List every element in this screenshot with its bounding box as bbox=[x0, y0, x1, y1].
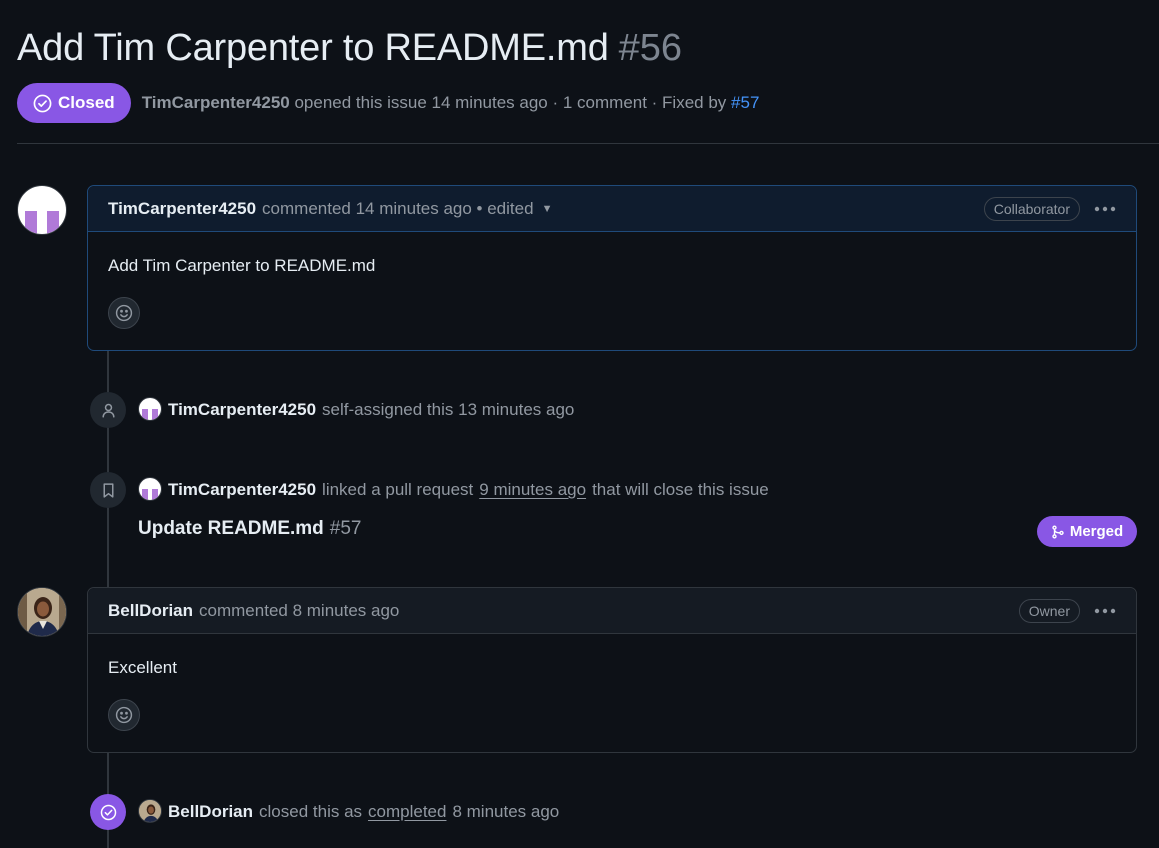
comment-box: TimCarpenter4250 commented 14 minutes ag… bbox=[87, 185, 1137, 351]
comment-box: BellDorian commented 8 minutes ago Owner… bbox=[87, 587, 1137, 753]
issue-author-link[interactable]: TimCarpenter4250 bbox=[142, 93, 290, 112]
linked-event: TimCarpenter4250 linked a pull request 9… bbox=[138, 477, 769, 502]
issue-meta-text: TimCarpenter4250 opened this issue 14 mi… bbox=[142, 93, 760, 113]
role-badge: Collaborator bbox=[983, 196, 1080, 221]
event-text-before: closed this as bbox=[259, 802, 363, 821]
header-divider bbox=[17, 143, 1159, 144]
comment-header: BellDorian commented 8 minutes ago Owner bbox=[88, 588, 1136, 634]
issue-number: #56 bbox=[618, 27, 683, 69]
check-circle-icon bbox=[90, 794, 126, 830]
comment-meta[interactable]: commented 8 minutes ago bbox=[199, 601, 399, 621]
event-author-link[interactable]: TimCarpenter4250 bbox=[168, 480, 316, 500]
issue-state-label: Closed bbox=[58, 93, 115, 112]
smiley-icon bbox=[115, 706, 133, 724]
assigned-event: TimCarpenter4250 self-assigned this 13 m… bbox=[138, 397, 575, 422]
event-text-after: that will close this issue bbox=[592, 480, 769, 499]
issue-state-badge: Closed bbox=[17, 83, 131, 123]
person-icon bbox=[90, 392, 126, 428]
comment-author-link[interactable]: TimCarpenter4250 bbox=[108, 199, 256, 219]
comment-meta[interactable]: commented 14 minutes ago • edited bbox=[262, 199, 534, 219]
avatar[interactable] bbox=[17, 185, 67, 235]
event-text: self-assigned this 13 minutes ago bbox=[322, 400, 575, 419]
comment-body: Add Tim Carpenter to README.md bbox=[88, 232, 1136, 349]
event-author-link[interactable]: BellDorian bbox=[168, 802, 253, 822]
comment-author-link[interactable]: BellDorian bbox=[108, 601, 193, 621]
role-badge: Owner bbox=[1018, 598, 1080, 623]
kebab-horizontal-icon[interactable] bbox=[1094, 197, 1116, 221]
chevron-down-icon[interactable]: ▼ bbox=[542, 203, 553, 215]
comment-header: TimCarpenter4250 commented 14 minutes ag… bbox=[88, 186, 1136, 232]
fixed-by-link[interactable]: #57 bbox=[731, 93, 759, 112]
avatar[interactable] bbox=[138, 799, 162, 823]
issue-meta-row: Closed TimCarpenter4250 opened this issu… bbox=[17, 83, 759, 123]
issue-opened-text: opened this issue 14 minutes ago · 1 com… bbox=[294, 93, 727, 112]
check-circle-icon bbox=[33, 94, 52, 112]
add-reaction-button[interactable] bbox=[108, 699, 140, 731]
issue-title: Add Tim Carpenter to README.md bbox=[17, 27, 609, 69]
event-author-link[interactable]: TimCarpenter4250 bbox=[168, 400, 316, 420]
bookmark-icon bbox=[90, 472, 126, 508]
kebab-horizontal-icon[interactable] bbox=[1094, 599, 1116, 623]
pr-title[interactable]: Update README.md bbox=[138, 518, 324, 539]
event-text-before: linked a pull request bbox=[322, 480, 474, 499]
comment-text: Excellent bbox=[108, 658, 177, 677]
avatar[interactable] bbox=[138, 397, 162, 421]
event-time: 8 minutes ago bbox=[452, 802, 560, 821]
avatar[interactable] bbox=[138, 477, 162, 501]
event-time-link[interactable]: 9 minutes ago bbox=[479, 480, 586, 500]
add-reaction-button[interactable] bbox=[108, 297, 140, 329]
issue-title-row: Add Tim Carpenter to README.md #56 bbox=[17, 27, 682, 70]
close-reason-link[interactable]: completed bbox=[368, 802, 446, 822]
git-merge-icon bbox=[1052, 524, 1064, 539]
linked-pr[interactable]: Update README.md #57 bbox=[138, 518, 362, 540]
pr-merged-badge: Merged bbox=[1037, 516, 1137, 547]
comment-body: Excellent bbox=[88, 634, 1136, 751]
timeline-line bbox=[107, 350, 109, 588]
pr-state-label: Merged bbox=[1069, 523, 1124, 540]
closed-event: BellDorian closed this as completed 8 mi… bbox=[138, 799, 560, 824]
smiley-icon bbox=[115, 304, 133, 322]
comment-text: Add Tim Carpenter to README.md bbox=[108, 256, 376, 275]
pr-number: #57 bbox=[329, 518, 362, 539]
avatar[interactable] bbox=[17, 587, 67, 637]
